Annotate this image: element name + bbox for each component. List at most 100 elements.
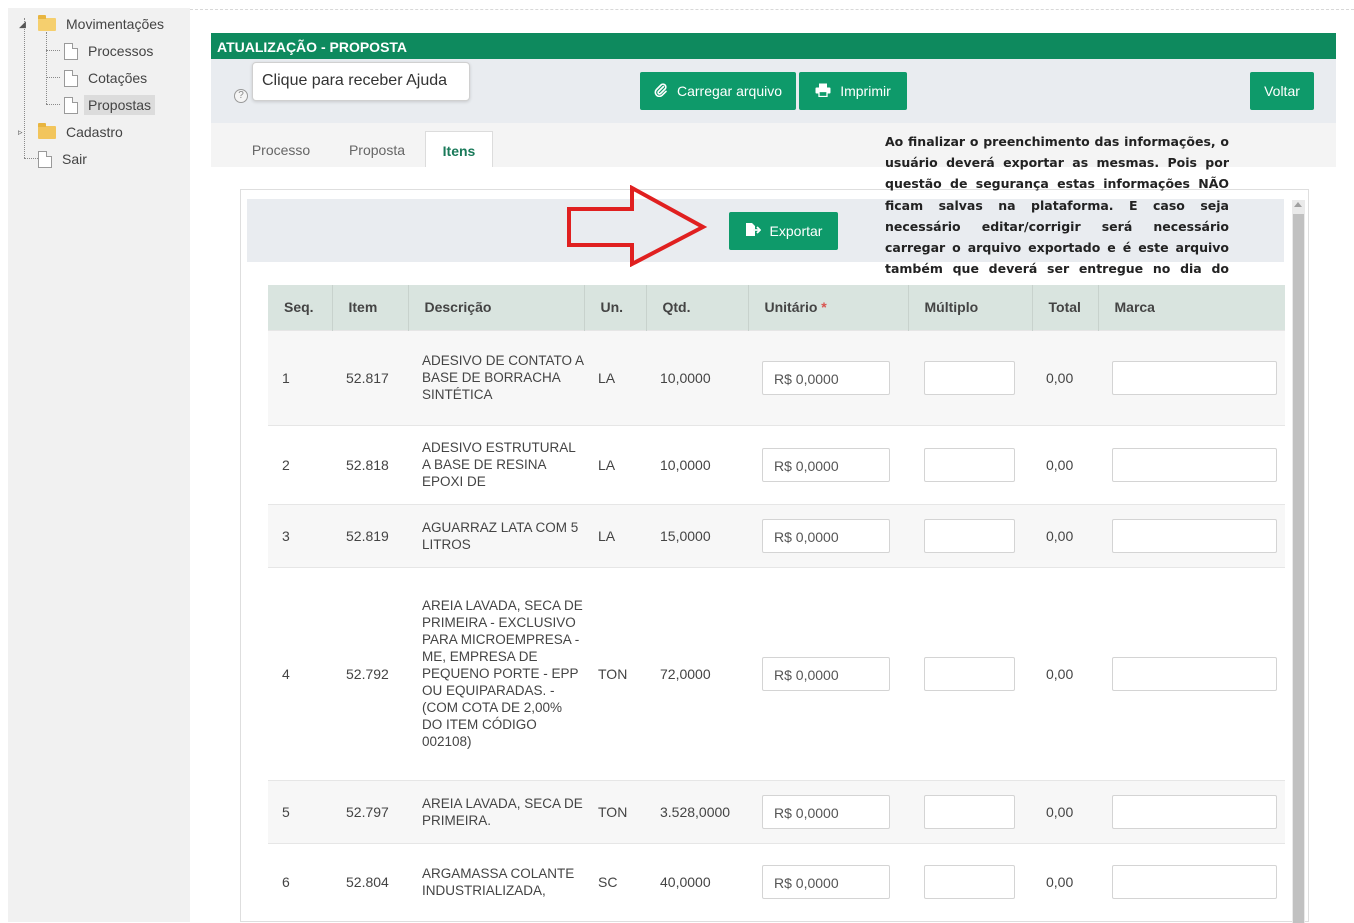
cell-total-text: 0,00 xyxy=(1046,456,1074,473)
cell-un: LA xyxy=(584,329,646,425)
tree-item-label: Propostas xyxy=(84,95,156,115)
cell-un-text: LA xyxy=(598,456,616,473)
header-qtd: Qtd. xyxy=(645,285,748,330)
cell-qtd-text: 10,0000 xyxy=(660,456,711,473)
items-table: Seq. Item Descrição Un. Qtd. Unitário * … xyxy=(268,285,1285,921)
tree-item-cotacoes[interactable]: Cotações xyxy=(64,66,151,90)
brand-input[interactable] xyxy=(1112,656,1277,691)
required-marker: * xyxy=(821,299,827,316)
cell-seq-text: 5 xyxy=(282,803,290,820)
document-icon xyxy=(64,96,78,114)
brand-input[interactable] xyxy=(1112,518,1277,553)
cell-seq: 5 xyxy=(268,779,332,843)
scroll-up-arrow-icon[interactable] xyxy=(1294,202,1302,207)
help-icon[interactable]: ? xyxy=(234,89,248,103)
cell-total-text: 0,00 xyxy=(1046,665,1074,682)
table-row: 1 52.817 ADESIVO DE CONTATO A BASE DE BORR… xyxy=(268,329,1285,425)
brand-input[interactable] xyxy=(1112,865,1277,900)
cell-unitario: R$ 0,0000 xyxy=(748,424,908,504)
cell-seq: 1 xyxy=(268,329,332,425)
cell-seq-text: 4 xyxy=(282,665,290,682)
cell-seq-text: 6 xyxy=(282,874,290,891)
header-seq: Seq. xyxy=(268,285,332,330)
brand-input[interactable] xyxy=(1112,360,1277,395)
cell-seq: 6 xyxy=(268,842,332,921)
vertical-scrollbar[interactable] xyxy=(1292,200,1305,923)
unit-price-input[interactable]: R$ 0,0000 xyxy=(762,865,890,900)
brand-input[interactable] xyxy=(1112,794,1277,829)
tree-item-label: Processos xyxy=(88,43,154,59)
cell-qtd-text: 15,0000 xyxy=(660,527,711,544)
unit-price-input[interactable]: R$ 0,0000 xyxy=(762,447,890,482)
cell-multiplo xyxy=(908,329,1032,425)
unit-price-input[interactable]: R$ 0,0000 xyxy=(762,794,890,829)
tree-item-cadastro[interactable]: Cadastro xyxy=(38,120,127,144)
cell-descricao: ADESIVO DE CONTATO A BASE DE BORRACHA SI… xyxy=(408,329,584,425)
cell-unitario: R$ 0,0000 xyxy=(748,329,908,425)
cell-unitario: R$ 0,0000 xyxy=(748,503,908,567)
unit-price-input[interactable]: R$ 0,0000 xyxy=(762,360,890,395)
cell-seq: 2 xyxy=(268,424,332,504)
tree-item-processos[interactable]: Processos xyxy=(64,39,157,63)
cell-descricao-text: ARGAMASSA COLANTE INDUSTRIALIZADA, xyxy=(422,866,575,899)
back-button[interactable]: Voltar xyxy=(1250,72,1314,110)
cell-un: SC xyxy=(584,842,646,921)
cell-total-text: 0,00 xyxy=(1046,874,1074,891)
cell-item: 52.819 xyxy=(332,503,408,567)
brand-input[interactable] xyxy=(1112,447,1277,482)
export-label: Exportar xyxy=(769,223,823,239)
tab-itens[interactable]: Itens xyxy=(425,131,493,167)
table-row: 4 52.792 AREIA LAVADA, SECA DE PRIMEIRA - … xyxy=(268,566,1285,780)
table-row: 3 52.819 AGUARRAZ LATA COM 5 LITROS LA 15,00… xyxy=(268,503,1285,567)
cell-item-text: 52.817 xyxy=(346,369,389,386)
tab-processo[interactable]: Processo xyxy=(243,131,319,167)
multiple-input[interactable] xyxy=(924,656,1015,691)
document-icon xyxy=(38,150,52,168)
multiple-input[interactable] xyxy=(924,518,1015,553)
document-icon xyxy=(64,69,78,87)
cell-seq: 3 xyxy=(268,503,332,567)
print-button[interactable]: Imprimir xyxy=(799,72,907,110)
cell-unitario: R$ 0,0000 xyxy=(748,566,908,780)
multiple-input[interactable] xyxy=(924,794,1015,829)
sidebar: ◢ Movimentações Processos Cotações Propo… xyxy=(8,8,190,922)
cell-qtd-text: 3.528,0000 xyxy=(660,803,731,820)
cell-total-text: 0,00 xyxy=(1046,369,1074,386)
cell-marca xyxy=(1098,779,1285,843)
cell-total-text: 0,00 xyxy=(1046,803,1074,820)
cell-qtd: 15,0000 xyxy=(646,503,748,567)
header-descricao: Descrição xyxy=(407,285,584,330)
table-header-row: Seq. Item Descrição Un. Qtd. Unitário * … xyxy=(268,285,1285,330)
cell-un-text: LA xyxy=(598,369,616,386)
unit-price-input[interactable]: R$ 0,0000 xyxy=(762,656,890,691)
tree-item-movimentacoes[interactable]: Movimentações xyxy=(38,12,168,36)
scrollbar-thumb[interactable] xyxy=(1293,214,1304,923)
tree-item-propostas[interactable]: Propostas xyxy=(64,93,156,117)
multiple-input[interactable] xyxy=(924,865,1015,900)
help-tooltip: Clique para receber Ajuda xyxy=(252,62,470,101)
file-export-icon xyxy=(745,222,761,240)
cell-total-text: 0,00 xyxy=(1046,527,1074,544)
multiple-input[interactable] xyxy=(924,360,1015,395)
cell-item-text: 52.792 xyxy=(346,665,389,682)
cell-item: 52.804 xyxy=(332,842,408,921)
export-button[interactable]: Exportar xyxy=(729,212,838,250)
cell-qtd: 3.528,0000 xyxy=(646,779,748,843)
cell-un-text: TON xyxy=(598,803,628,820)
tree-item-sair[interactable]: Sair xyxy=(38,147,91,171)
multiple-input[interactable] xyxy=(924,447,1015,482)
cell-descricao: ARGAMASSA COLANTE INDUSTRIALIZADA, xyxy=(408,842,584,921)
panel-title: ATUALIZAÇÃO - PROPOSTA xyxy=(211,33,1336,59)
expand-toggle-icon[interactable]: ▹ xyxy=(18,127,23,137)
unit-price-input[interactable]: R$ 0,0000 xyxy=(762,518,890,553)
cell-un: TON xyxy=(584,566,646,780)
red-arrow-annotation xyxy=(567,185,708,267)
cell-multiplo xyxy=(908,503,1032,567)
cell-item: 52.818 xyxy=(332,424,408,504)
tab-proposta[interactable]: Proposta xyxy=(339,131,415,167)
cell-descricao: AREIA LAVADA, SECA DE PRIMEIRA - EXCLUSI… xyxy=(408,566,584,780)
upload-file-button[interactable]: Carregar arquivo xyxy=(640,72,796,110)
collapse-toggle-icon[interactable]: ◢ xyxy=(19,19,26,29)
cell-multiplo xyxy=(908,424,1032,504)
cell-qtd: 10,0000 xyxy=(646,329,748,425)
